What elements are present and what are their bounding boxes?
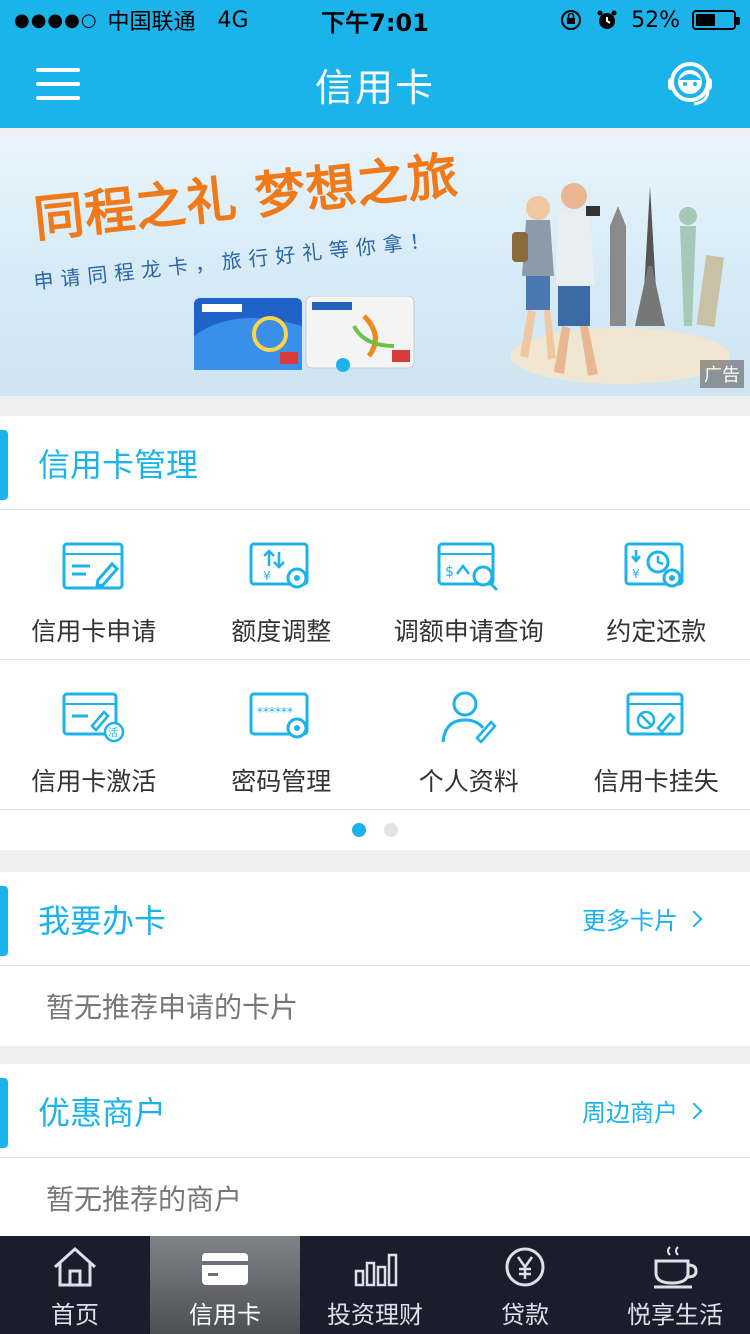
tab-label: 投资理财 [327,1301,423,1329]
page-title: 信用卡 [314,65,435,110]
svg-text:******: ****** [257,705,293,719]
section-accent-bar [0,430,8,500]
card-activate-icon: 活 [62,692,124,743]
grid-item-profile[interactable]: 个人资料 [375,660,563,809]
card-apply-icon [62,542,124,590]
svg-text:¥: ¥ [632,567,640,581]
merchants-empty-text: 暂无推荐的商户 [46,1183,243,1216]
grid-item-label: 约定还款 [606,617,707,646]
network-type: 4G [217,7,249,33]
more-cards-label: 更多卡片 [582,907,678,935]
limit-query-icon: $ [437,542,498,592]
home-icon [53,1246,97,1287]
card-management-header: 信用卡管理 [0,416,750,510]
app-header: 信用卡 [0,40,750,128]
grid-item-label: 个人资料 [418,767,519,796]
merchants-header: 优惠商户 周边商户 [0,1064,750,1158]
chevron-right-icon [685,910,703,927]
chevron-right-icon [685,1102,703,1119]
rotation-lock-icon [561,10,582,30]
battery-fill [696,14,715,26]
apply-card-header: 我要办卡 更多卡片 [0,872,750,966]
function-grid-row-1: 信用卡申请 ¥ 额度调整 $ 调额申请查询 ¥ 约定还款 [0,510,750,660]
grid-item-label: 额度调整 [231,617,332,646]
svg-text:¥: ¥ [263,569,271,583]
promo-banner[interactable]: 同程之礼 梦想之旅 申请同程龙卡，旅行好礼等你拿！ 广告 [0,136,750,396]
battery-percent: 52% [631,7,680,33]
more-cards-link[interactable]: 更多卡片 [582,901,703,936]
card-loss-icon [626,692,684,736]
ad-label: 广告 [700,360,744,388]
section-accent-bar [0,886,8,956]
tab-home[interactable]: 首页 [0,1236,150,1334]
yen-coin-icon [505,1247,545,1287]
section-accent-bar [0,1078,8,1148]
carrier-name: 中国联通 [107,10,196,35]
grid-item-label: 密码管理 [231,767,332,796]
travel-illustration [510,183,730,384]
nearby-merchants-link[interactable]: 周边商户 [582,1093,703,1128]
bottom-tab-bar: 首页 信用卡 投资理财 贷款 悦享生活 [0,1236,750,1334]
function-grid-row-2: 活 信用卡激活 ****** 密码管理 个人资料 信用卡挂失 [0,660,750,810]
pager-dot[interactable] [384,823,398,837]
coffee-cup-icon [654,1246,698,1289]
credit-card-icon [202,1253,248,1285]
battery-icon [692,10,740,30]
tab-lifestyle[interactable]: 悦享生活 [600,1236,750,1334]
grid-item-scheduled-repay[interactable]: ¥ 约定还款 [563,510,750,659]
tab-label: 悦享生活 [627,1301,723,1329]
scheduled-repay-icon: ¥ [624,542,684,588]
tab-loan[interactable]: 贷款 [450,1236,600,1334]
customer-service-icon[interactable] [664,58,716,110]
signal-strength: ●●●●○ [14,9,98,31]
svg-text:活: 活 [108,727,118,739]
grid-item-card-loss[interactable]: 信用卡挂失 [563,660,750,809]
password-icon: ****** [249,692,309,739]
svg-text:$: $ [445,564,454,580]
section-title: 信用卡管理 [38,445,199,484]
pager-dot-active[interactable] [352,823,366,837]
banner-page-indicator [336,358,350,372]
grid-item-label: 信用卡激活 [31,767,157,796]
grid-item-card-apply[interactable]: 信用卡申请 [0,510,188,659]
nearby-merchants-label: 周边商户 [582,1099,678,1127]
grid-item-limit-query[interactable]: $ 调额申请查询 [375,510,563,659]
tab-investment[interactable]: 投资理财 [300,1236,450,1334]
section-title: 我要办卡 [38,901,167,940]
grid-item-limit-adjust[interactable]: ¥ 额度调整 [188,510,376,659]
apply-card-section: 我要办卡 更多卡片 暂无推荐申请的卡片 [0,872,750,1046]
grid-item-label: 调额申请查询 [393,617,544,646]
apply-card-empty-text: 暂无推荐申请的卡片 [46,991,299,1024]
chart-bars-icon [354,1253,398,1287]
tab-credit-card[interactable]: 信用卡 [150,1236,300,1334]
section-title: 优惠商户 [38,1093,167,1132]
limit-adjust-icon: ¥ [249,542,309,589]
tab-label: 信用卡 [189,1301,261,1329]
profile-icon [441,691,497,744]
grid-pager[interactable] [0,810,750,850]
tab-label: 贷款 [501,1301,549,1329]
card-management-section: 信用卡管理 信用卡申请 ¥ 额度调整 $ 调额申请查询 ¥ 约定还款 活 信用卡… [0,416,750,850]
alarm-icon [597,10,617,29]
status-bar: ●●●●○ 中国联通 4G 下午7:01 52% [0,0,750,40]
grid-item-label: 信用卡申请 [31,617,157,646]
grid-item-label: 信用卡挂失 [593,767,719,796]
tab-label: 首页 [51,1301,99,1329]
grid-item-password[interactable]: ****** 密码管理 [188,660,376,809]
grid-item-card-activate[interactable]: 活 信用卡激活 [0,660,188,809]
menu-icon[interactable] [36,68,80,100]
credit-card-images [194,296,415,370]
merchants-section: 优惠商户 周边商户 暂无推荐的商户 [0,1064,750,1238]
